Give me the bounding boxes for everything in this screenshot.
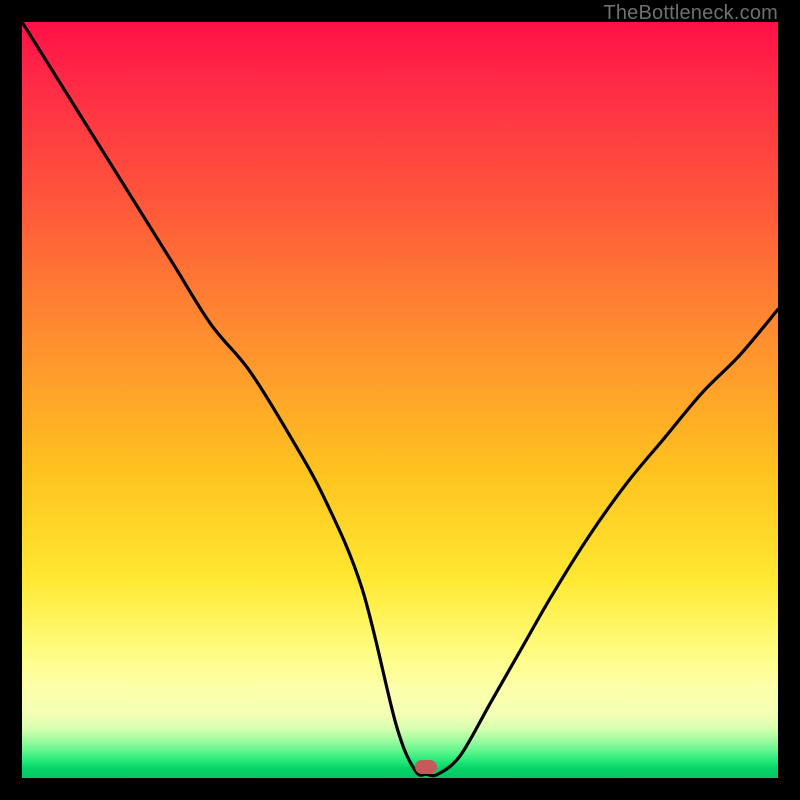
- bottleneck-curve: [22, 22, 778, 778]
- chart-frame: TheBottleneck.com: [0, 0, 800, 800]
- plot-area: [22, 22, 778, 778]
- min-marker: [415, 760, 437, 774]
